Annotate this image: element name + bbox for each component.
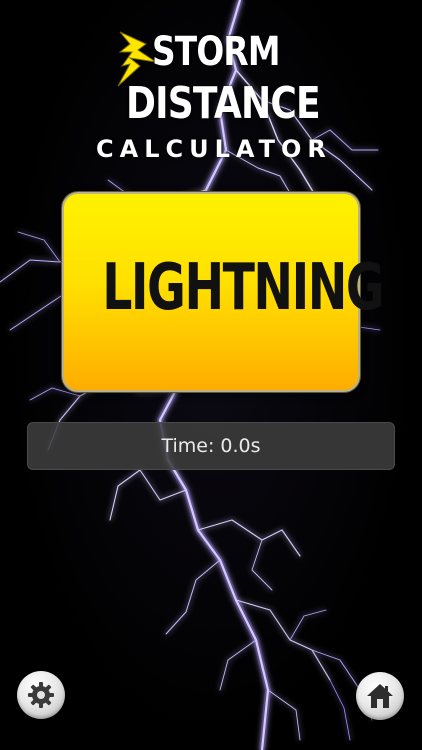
time-display: Time: 0.0s xyxy=(27,422,395,470)
home-button[interactable] xyxy=(356,672,404,720)
logo-title-storm: STORM xyxy=(152,29,280,75)
gear-icon xyxy=(28,682,54,708)
time-display-text: Time: 0.0s xyxy=(161,435,261,457)
home-icon xyxy=(367,684,393,708)
app-logo: STORM DISTANCE CALCULATOR xyxy=(96,26,340,166)
logo-subtitle-calculator: CALCULATOR xyxy=(96,135,332,163)
settings-button[interactable] xyxy=(17,671,65,719)
lightning-button-label: LIGHTNING xyxy=(102,251,385,325)
logo-title-distance: DISTANCE xyxy=(126,78,321,129)
lightning-button[interactable]: LIGHTNING xyxy=(62,192,385,392)
app-screen: STORM DISTANCE CALCULATOR LIGHTNING Time… xyxy=(0,0,422,750)
